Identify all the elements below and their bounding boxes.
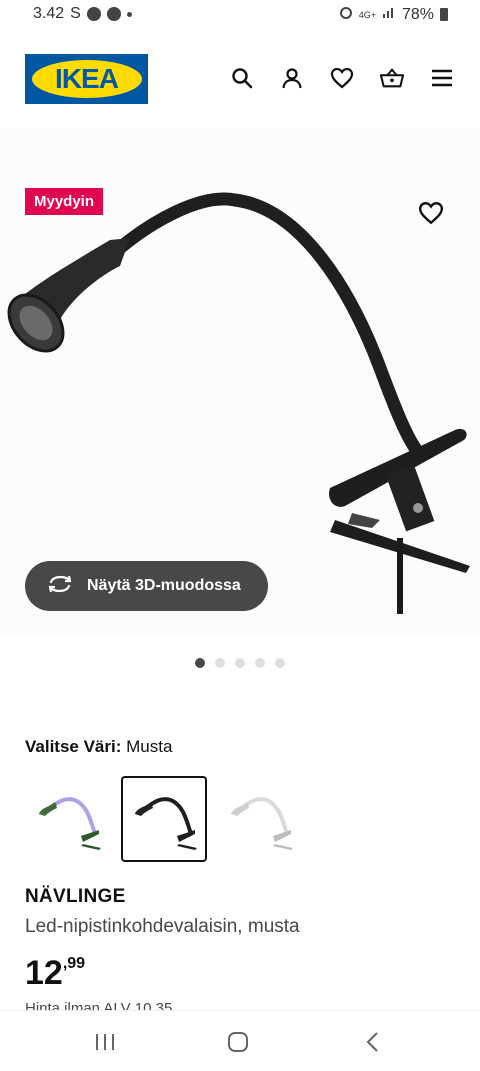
user-icon[interactable]: [280, 66, 304, 90]
carrier-letter: S: [70, 5, 81, 22]
price-decimals: ,99: [62, 955, 86, 972]
basket-icon[interactable]: [380, 66, 404, 90]
search-icon[interactable]: [230, 66, 254, 90]
price-integer: 12: [25, 954, 63, 992]
site-header: IKEA: [0, 30, 480, 128]
carousel-dot[interactable]: [235, 658, 245, 668]
battery-icon: [440, 8, 448, 21]
ikea-logo[interactable]: IKEA: [25, 54, 148, 104]
battery-percent: 78%: [401, 5, 434, 23]
view-3d-label: Näytä 3D-muodossa: [87, 577, 241, 594]
alarm-icon: [339, 5, 353, 24]
product-name: NÄVLINGE: [25, 886, 126, 907]
messenger-icon: [86, 7, 101, 21]
swatch-green[interactable]: [25, 776, 111, 862]
swatch-white[interactable]: [217, 776, 303, 862]
product-description: Led-nipistinkohdevalaisin, musta: [25, 916, 300, 937]
swatch-black[interactable]: [121, 776, 207, 862]
carousel-dot[interactable]: [255, 658, 265, 668]
status-bar: 3.42 S 4G+ 78%: [0, 0, 480, 30]
carousel-dot[interactable]: [195, 658, 205, 668]
view-3d-button[interactable]: Näytä 3D-muodossa: [25, 561, 268, 611]
favorite-heart-icon[interactable]: [418, 201, 444, 227]
home-icon[interactable]: [225, 1029, 251, 1055]
notification-dot-icon: [126, 11, 132, 17]
heart-icon[interactable]: [330, 66, 354, 90]
menu-icon[interactable]: [430, 66, 454, 90]
system-navigation-bar: [0, 1010, 480, 1071]
logo-oval: IKEA: [31, 60, 142, 98]
bestseller-badge: Myydyin: [25, 188, 104, 215]
color-selector-label: Valitse Väri: Musta: [25, 737, 172, 757]
logo-text: IKEA: [55, 63, 119, 94]
color-label-heading: Valitse Väri:: [25, 737, 122, 756]
status-time: 3.42: [33, 5, 65, 22]
black-lamp-thumbnail: [135, 797, 197, 850]
color-value: Musta: [126, 737, 173, 756]
color-swatches: [25, 776, 303, 862]
carousel-dot[interactable]: [215, 658, 225, 668]
rotate-3d-icon: [47, 575, 73, 598]
green-lamp-thumbnail: [39, 797, 101, 850]
carousel-dots: [195, 658, 285, 668]
back-icon[interactable]: [360, 1029, 386, 1055]
network-type: 4G+: [358, 9, 376, 20]
carousel-dot[interactable]: [275, 658, 285, 668]
product-price: 12,99: [25, 954, 85, 993]
signal-icon: [382, 5, 396, 24]
recent-apps-icon[interactable]: [92, 1029, 118, 1055]
snapchat-icon: [106, 7, 121, 21]
white-lamp-thumbnail: [231, 797, 293, 850]
product-image-carousel[interactable]: Myydyin Näytä 3D-muodossa: [0, 128, 480, 638]
